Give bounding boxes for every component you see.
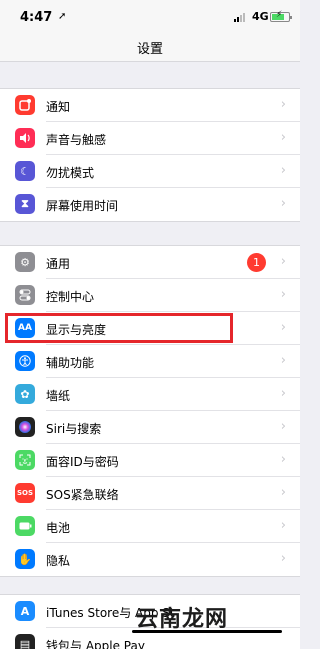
- battery-status-icon: ⚡: [270, 10, 292, 22]
- row-label: SOS紧急联络: [46, 488, 119, 502]
- settings-row-sounds[interactable]: 声音与触感 ›: [0, 122, 300, 155]
- sound-icon: [15, 128, 35, 148]
- row-label: 通知: [46, 100, 71, 114]
- highlight-box: [5, 313, 233, 343]
- settings-row-sos[interactable]: SOS SOS紧急联络 ›: [0, 477, 300, 510]
- settings-row-notifications[interactable]: 通知 ›: [0, 89, 300, 122]
- faceid-icon: [15, 450, 35, 470]
- row-label: 面容ID与密码: [46, 455, 119, 469]
- home-indicator: [132, 630, 282, 633]
- row-label: 屏幕使用时间: [46, 199, 119, 213]
- sos-icon: SOS: [15, 483, 35, 503]
- chevron-right-icon: ›: [280, 452, 286, 467]
- chevron-right-icon: ›: [280, 353, 286, 368]
- row-label: 声音与触感: [46, 133, 107, 147]
- gear-icon: ⚙: [15, 252, 35, 272]
- row-label: 通用: [46, 257, 71, 271]
- appstore-icon: A: [15, 601, 35, 621]
- status-bar: 4:47 ➚ 4G ⚡: [0, 0, 300, 34]
- hand-icon: ✋: [15, 549, 35, 569]
- wallet-icon: ▤: [15, 634, 35, 649]
- chevron-right-icon: ›: [280, 196, 286, 211]
- row-label: 辅助功能: [46, 356, 95, 370]
- chevron-right-icon: ›: [280, 518, 286, 533]
- page-title: 设置: [136, 42, 163, 57]
- location-arrow-icon: ➚: [58, 11, 67, 22]
- update-badge: 1: [247, 253, 266, 272]
- settings-row-wallpaper[interactable]: ✿ 墙纸 ›: [0, 378, 300, 411]
- status-time: 4:47: [20, 10, 53, 25]
- battery-icon: [15, 516, 35, 536]
- row-label: Siri与搜索: [46, 422, 102, 436]
- row-label: 电池: [46, 521, 71, 535]
- signal-icon: [234, 12, 248, 22]
- settings-row-screen-time[interactable]: ⧗ 屏幕使用时间 ›: [0, 188, 300, 221]
- siri-icon: [15, 417, 35, 437]
- settings-row-battery[interactable]: 电池 ›: [0, 510, 300, 543]
- moon-icon: ☾: [15, 161, 35, 181]
- chevron-right-icon: ›: [280, 97, 286, 112]
- hourglass-icon: ⧗: [15, 194, 35, 214]
- settings-row-control-center[interactable]: 控制中心 ›: [0, 279, 300, 312]
- settings-row-do-not-disturb[interactable]: ☾ 勿扰模式 ›: [0, 155, 300, 188]
- row-label: 隐私: [46, 554, 71, 568]
- row-label: 墙纸: [46, 389, 71, 403]
- settings-row-general[interactable]: ⚙ 通用 1 ›: [0, 246, 300, 279]
- accessibility-icon: [15, 351, 35, 371]
- chevron-right-icon: ›: [280, 254, 286, 269]
- row-label: 钱包与 Apple Pay: [46, 639, 145, 649]
- toggle-icon: [15, 285, 35, 305]
- settings-group-1: 通知 › 声音与触感 › ☾ 勿扰模式 › ⧗ 屏幕使用时间 ›: [0, 88, 300, 222]
- row-label: 控制中心: [46, 290, 95, 304]
- chevron-right-icon: ›: [280, 287, 286, 302]
- chevron-right-icon: ›: [280, 386, 286, 401]
- navigation-bar: 设置: [0, 34, 300, 62]
- chevron-right-icon: ›: [280, 163, 286, 178]
- settings-row-faceid[interactable]: 面容ID与密码 ›: [0, 444, 300, 477]
- watermark-logo: 云南龙网: [136, 606, 229, 632]
- chevron-right-icon: ›: [280, 320, 286, 335]
- chevron-right-icon: ›: [280, 551, 286, 566]
- flower-icon: ✿: [15, 384, 35, 404]
- settings-group-2: ⚙ 通用 1 › 控制中心 › AA 显示与亮度 › 辅助功能 › ✿ 墙纸 ›: [0, 245, 300, 577]
- settings-row-siri[interactable]: Siri与搜索 ›: [0, 411, 300, 444]
- row-label: 勿扰模式: [46, 166, 95, 180]
- chevron-right-icon: ›: [280, 419, 286, 434]
- settings-row-accessibility[interactable]: 辅助功能 ›: [0, 345, 300, 378]
- chevron-right-icon: ›: [280, 130, 286, 145]
- chevron-right-icon: ›: [280, 485, 286, 500]
- settings-row-privacy[interactable]: ✋ 隐私 ›: [0, 543, 300, 576]
- notification-icon: [15, 95, 35, 115]
- network-type: 4G: [252, 10, 269, 23]
